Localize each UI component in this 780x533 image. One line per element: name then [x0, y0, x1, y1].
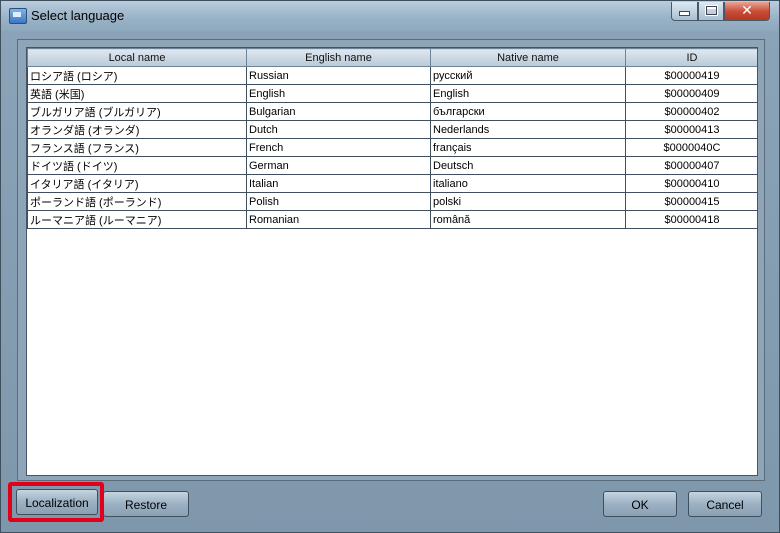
table-header-row: Local name English name Native name ID [27, 48, 757, 67]
title-bar[interactable]: Select language ✕ [1, 1, 779, 31]
highlight-box [8, 482, 104, 522]
table-row[interactable]: ルーマニア語 (ルーマニア) Romanian română $00000418 [27, 210, 757, 229]
app-icon [9, 8, 27, 24]
minimize-button[interactable] [671, 2, 698, 21]
native-name-cell: English [430, 84, 626, 103]
id-cell: $00000410 [625, 174, 757, 193]
select-language-window: Select language ✕ Local name English nam… [0, 0, 780, 533]
table-row[interactable]: オランダ語 (オランダ) Dutch Nederlands $00000413 [27, 120, 757, 139]
local-name-cell: ロシア語 (ロシア) [27, 66, 247, 85]
ok-button[interactable]: OK [603, 491, 677, 517]
local-name-cell: ドイツ語 (ドイツ) [27, 156, 247, 175]
local-name-cell: 英語 (米国) [27, 84, 247, 103]
local-name-cell: オランダ語 (オランダ) [27, 120, 247, 139]
english-name-cell: Bulgarian [246, 102, 431, 121]
table-row[interactable]: ロシア語 (ロシア) Russian русский $00000419 [27, 66, 757, 85]
language-list-panel: Local name English name Native name ID ロ… [17, 39, 765, 481]
restore-button[interactable]: Restore [103, 491, 189, 517]
maximize-button[interactable] [698, 2, 724, 21]
id-cell: $00000402 [625, 102, 757, 121]
column-header-local-name[interactable]: Local name [27, 48, 247, 67]
id-cell: $00000418 [625, 210, 757, 229]
table-row[interactable]: ポーランド語 (ポーランド) Polish polski $00000415 [27, 192, 757, 211]
id-cell: $0000040C [625, 138, 757, 157]
close-icon: ✕ [741, 3, 753, 19]
native-name-cell: italiano [430, 174, 626, 193]
column-header-english-name[interactable]: English name [246, 48, 431, 67]
local-name-cell: ポーランド語 (ポーランド) [27, 192, 247, 211]
column-header-native-name[interactable]: Native name [430, 48, 626, 67]
english-name-cell: Russian [246, 66, 431, 85]
language-grid[interactable]: Local name English name Native name ID ロ… [26, 47, 758, 476]
id-cell: $00000413 [625, 120, 757, 139]
maximize-icon [704, 5, 718, 16]
english-name-cell: French [246, 138, 431, 157]
native-name-cell: Nederlands [430, 120, 626, 139]
cancel-button[interactable]: Cancel [688, 491, 762, 517]
window-title: Select language [31, 8, 125, 23]
native-name-cell: български [430, 102, 626, 121]
local-name-cell: ブルガリア語 (ブルガリア) [27, 102, 247, 121]
table-row[interactable]: 英語 (米国) English English $00000409 [27, 84, 757, 103]
native-name-cell: română [430, 210, 626, 229]
close-button[interactable]: ✕ [724, 2, 770, 21]
id-cell: $00000415 [625, 192, 757, 211]
english-name-cell: German [246, 156, 431, 175]
id-cell: $00000407 [625, 156, 757, 175]
native-name-cell: Deutsch [430, 156, 626, 175]
table-row[interactable]: イタリア語 (イタリア) Italian italiano $00000410 [27, 174, 757, 193]
local-name-cell: ルーマニア語 (ルーマニア) [27, 210, 247, 229]
native-name-cell: français [430, 138, 626, 157]
table-row[interactable]: ドイツ語 (ドイツ) German Deutsch $00000407 [27, 156, 757, 175]
minimize-icon [679, 11, 690, 16]
local-name-cell: フランス語 (フランス) [27, 138, 247, 157]
language-table: Local name English name Native name ID ロ… [27, 48, 757, 229]
id-cell: $00000409 [625, 84, 757, 103]
native-name-cell: русский [430, 66, 626, 85]
native-name-cell: polski [430, 192, 626, 211]
table-row[interactable]: フランス語 (フランス) French français $0000040C [27, 138, 757, 157]
column-header-id[interactable]: ID [625, 48, 757, 67]
id-cell: $00000419 [625, 66, 757, 85]
english-name-cell: Polish [246, 192, 431, 211]
local-name-cell: イタリア語 (イタリア) [27, 174, 247, 193]
english-name-cell: Italian [246, 174, 431, 193]
table-row[interactable]: ブルガリア語 (ブルガリア) Bulgarian български $0000… [27, 102, 757, 121]
english-name-cell: Dutch [246, 120, 431, 139]
english-name-cell: Romanian [246, 210, 431, 229]
english-name-cell: English [246, 84, 431, 103]
